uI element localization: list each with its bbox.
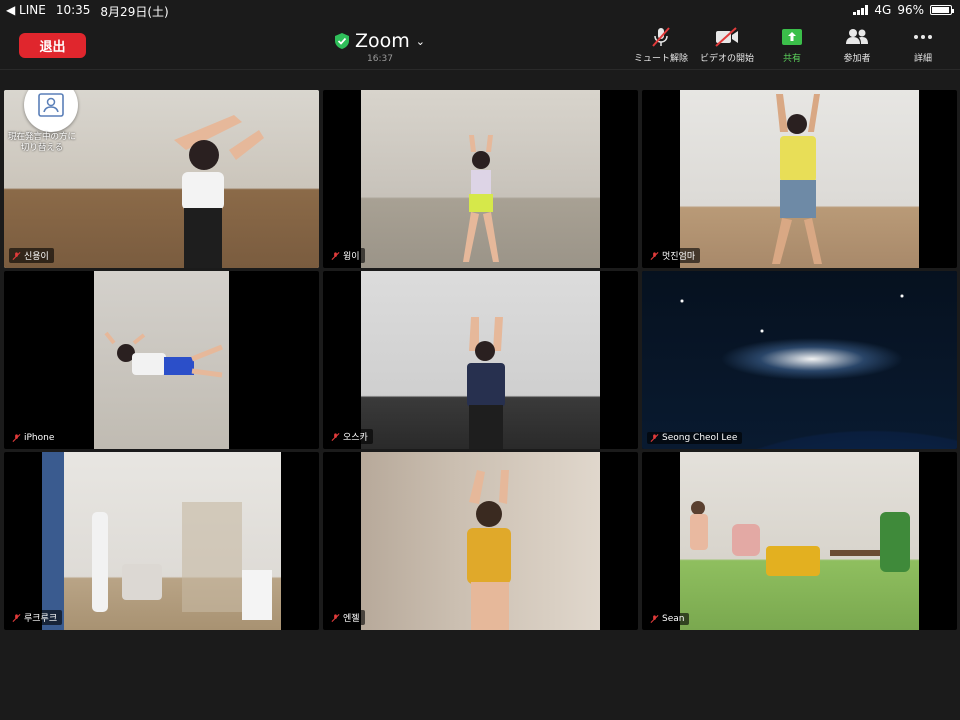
start-video-label: ビデオの開始 [699,54,754,64]
participant-image [174,115,264,268]
participant-name-tag: 신용이 [9,248,54,263]
meeting-toolbar: 退出 Zoom ⌄ 16:37 ミュート解除 ビデオの開始 共有 参加者 詳細 [0,20,960,70]
gallery-view: 現在発言中の方に切り替える 신용이 윙이 멋진엄마 iPhone 오스카 Seo… [4,90,957,630]
participant-name: 엔젤 [343,614,360,624]
share-label: 共有 [782,54,801,64]
participant-image [772,94,822,264]
battery-percent: 96% [897,3,924,17]
toolbar-divider [0,69,960,70]
participant-tile[interactable]: Seong Cheol Lee [642,271,957,449]
participant-tile[interactable]: 윙이 [323,90,638,268]
participants-icon [846,29,868,44]
more-icon [914,35,932,39]
mic-muted-icon [650,434,659,442]
participant-tile[interactable]: iPhone [4,271,319,449]
participant-name: 오스카 [343,433,368,443]
participant-tile[interactable]: 現在発言中の方に切り替える 신용이 [4,90,319,268]
participant-name: Seong Cheol Lee [662,433,738,443]
status-date: 8月29日(土) [100,5,169,19]
participant-name: 루크루크 [24,614,58,624]
mic-muted-icon [12,251,21,260]
virtual-background-feed [642,271,957,449]
participant-name: iPhone [24,433,55,443]
participant-name-tag: 윙이 [328,248,365,263]
shield-check-icon [335,33,349,49]
mic-muted-icon [331,251,340,260]
leave-meeting-button[interactable]: 退出 [19,33,86,58]
participant-name-tag: Sean [647,613,690,625]
participant-name-tag: 멋진엄마 [647,248,701,263]
participant-tile[interactable]: 멋진엄마 [642,90,957,268]
unmute-label: ミュート解除 [633,54,688,64]
video-feed [361,271,600,449]
participant-image [467,317,505,449]
participant-name-tag: 루크루크 [9,610,63,625]
share-button[interactable]: 共有 [757,26,827,64]
active-speaker-icon [38,93,64,117]
more-button[interactable]: 詳細 [888,26,958,64]
video-feed [680,452,919,630]
participant-name: 윙이 [343,252,360,262]
mic-muted-icon [650,615,659,623]
start-video-button[interactable]: ビデオの開始 [692,26,762,64]
mic-muted-icon [331,432,340,441]
mic-muted-icon [650,251,659,260]
mic-muted-icon [12,434,21,442]
participant-name-tag: Seong Cheol Lee [647,432,743,444]
mic-muted-icon [331,613,340,622]
video-feed [361,90,600,268]
status-bar: ◀ LINE 10:35 8月29日(土) 4G 96% [0,0,960,20]
participant-tile[interactable]: 루크루크 [4,452,319,630]
battery-icon [930,5,954,15]
participants-button[interactable]: 参加者 [822,26,892,64]
share-icon [782,29,802,45]
unmute-button[interactable]: ミュート解除 [626,26,696,64]
participant-name-tag: 오스카 [328,429,373,444]
participant-tile[interactable]: 엔젤 [323,452,638,630]
chevron-down-icon: ⌄ [415,34,425,48]
video-feed [680,90,919,268]
mic-muted-icon [12,613,21,622]
room-image [690,501,910,576]
signal-icon [853,5,869,15]
participant-tile[interactable]: 오스카 [323,271,638,449]
participant-name: Sean [662,614,685,624]
status-time: 10:35 [55,3,91,17]
participant-image [463,135,499,262]
video-feed [42,452,281,630]
switch-speaker-label: 現在発言中の方に切り替える [7,132,76,153]
room-image [42,452,272,630]
mic-off-icon [652,27,670,47]
meeting-clock: 16:37 [367,54,393,64]
video-feed [361,452,600,630]
more-label: 詳細 [913,54,932,64]
participant-name: 신용이 [24,252,49,262]
participants-label: 参加者 [843,54,871,64]
participant-tile[interactable]: Sean [642,452,957,630]
network-type: 4G [874,3,892,17]
video-off-icon [715,27,738,47]
meeting-title[interactable]: Zoom ⌄ 16:37 [330,30,430,64]
participant-name-tag: 엔젤 [328,610,365,625]
participant-image [467,470,511,630]
participant-name-tag: iPhone [9,432,60,444]
back-to-app-link[interactable]: ◀ LINE [6,3,46,20]
participant-name: 멋진엄마 [662,252,696,262]
app-title: Zoom [355,30,410,52]
participant-image [104,331,223,378]
video-feed [94,271,229,449]
